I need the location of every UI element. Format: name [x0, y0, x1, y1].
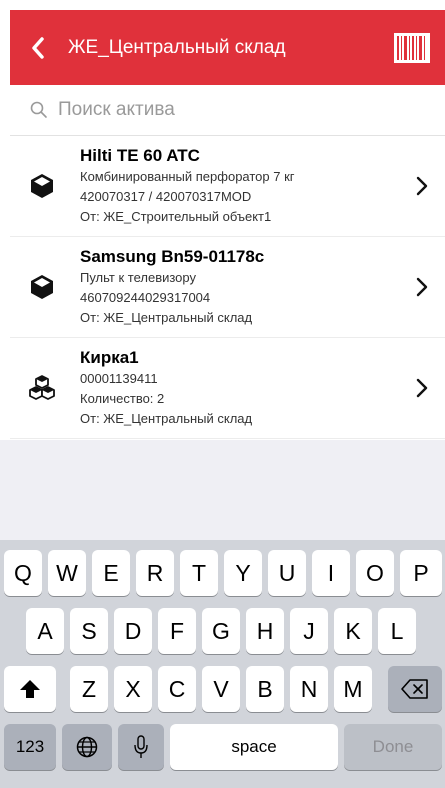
key-f[interactable]: F: [158, 608, 196, 654]
box-icon: [22, 172, 62, 200]
key-q[interactable]: Q: [4, 550, 42, 596]
item-source: От: ЖЕ_Строительный объект1: [80, 209, 272, 224]
key-c[interactable]: C: [158, 666, 196, 712]
key-m[interactable]: M: [334, 666, 372, 712]
shift-key[interactable]: [4, 666, 56, 712]
item-source: От: ЖЕ_Центральный склад: [80, 310, 253, 325]
chevron-left-icon: [32, 36, 44, 59]
item-description: Комбинированный перфоратор 7 кг: [80, 169, 295, 184]
item-details: Hilti TE 60 ATC Комбинированный перфорат…: [80, 145, 407, 227]
item-name: Кирка1: [80, 348, 139, 367]
list-item[interactable]: Кирка1 00001139411 Количество: 2 От: ЖЕ_…: [10, 338, 445, 439]
list-item[interactable]: Samsung Bn59-01178c Пульт к телевизору 4…: [10, 237, 445, 338]
item-code: 420070317 / 420070317MOD: [80, 189, 252, 204]
key-p[interactable]: P: [400, 550, 442, 596]
chevron-right-icon: [407, 176, 437, 196]
key-u[interactable]: U: [268, 550, 306, 596]
globe-icon: [76, 736, 98, 758]
item-code: 460709244029317004: [80, 290, 211, 305]
key-z[interactable]: Z: [70, 666, 108, 712]
key-l[interactable]: L: [378, 608, 416, 654]
asset-list: Hilti TE 60 ATC Комбинированный перфорат…: [10, 136, 445, 439]
key-d[interactable]: D: [114, 608, 152, 654]
page-title: ЖЕ_Центральный склад: [68, 36, 286, 58]
boxes-icon: [22, 374, 62, 402]
key-b[interactable]: B: [246, 666, 284, 712]
box-icon: [22, 273, 62, 301]
barcode-icon: [394, 32, 430, 63]
microphone-icon: [134, 735, 148, 758]
key-j[interactable]: J: [290, 608, 328, 654]
item-name: Samsung Bn59-01178c: [80, 247, 265, 266]
back-button[interactable]: [18, 10, 58, 85]
app-screen: ЖЕ_Центральный склад Поиск актива Hilti …: [0, 0, 445, 788]
numbers-key[interactable]: 123: [4, 724, 56, 770]
chevron-right-icon: [407, 378, 437, 398]
item-code: 00001139411: [80, 371, 158, 386]
globe-key[interactable]: [62, 724, 112, 770]
nav-header: ЖЕ_Центральный склад: [10, 10, 445, 85]
keyboard: Q W E R T Y U I O P A S D F G H J K L Z …: [0, 540, 445, 788]
key-o[interactable]: O: [356, 550, 394, 596]
microphone-key[interactable]: [118, 724, 164, 770]
key-a[interactable]: A: [26, 608, 64, 654]
key-g[interactable]: G: [202, 608, 240, 654]
key-n[interactable]: N: [290, 666, 328, 712]
shift-icon: [20, 680, 40, 698]
key-k[interactable]: K: [334, 608, 372, 654]
space-key[interactable]: space: [170, 724, 338, 770]
key-v[interactable]: V: [202, 666, 240, 712]
search-icon: [30, 100, 50, 120]
search-input[interactable]: [56, 98, 420, 122]
key-i[interactable]: I: [312, 550, 350, 596]
key-r[interactable]: R: [136, 550, 174, 596]
key-h[interactable]: H: [246, 608, 284, 654]
key-t[interactable]: T: [180, 550, 218, 596]
key-e[interactable]: E: [92, 550, 130, 596]
done-key[interactable]: Done: [344, 724, 442, 770]
item-name: Hilti TE 60 ATC: [80, 146, 200, 165]
backspace-icon: [401, 679, 428, 699]
item-description: Пульт к телевизору: [80, 270, 196, 285]
chevron-right-icon: [407, 277, 437, 297]
backspace-key[interactable]: [388, 666, 442, 712]
item-details: Кирка1 00001139411 Количество: 2 От: ЖЕ_…: [80, 347, 407, 429]
key-y[interactable]: Y: [224, 550, 262, 596]
key-s[interactable]: S: [70, 608, 108, 654]
key-x[interactable]: X: [114, 666, 152, 712]
list-item[interactable]: Hilti TE 60 ATC Комбинированный перфорат…: [10, 136, 445, 237]
item-source: От: ЖЕ_Центральный склад: [80, 411, 253, 426]
item-quantity: Количество: 2: [80, 391, 165, 406]
barcode-scan-button[interactable]: [387, 10, 437, 85]
empty-area: [0, 440, 445, 540]
key-w[interactable]: W: [48, 550, 86, 596]
search-bar: [10, 85, 445, 136]
item-details: Samsung Bn59-01178c Пульт к телевизору 4…: [80, 246, 407, 328]
